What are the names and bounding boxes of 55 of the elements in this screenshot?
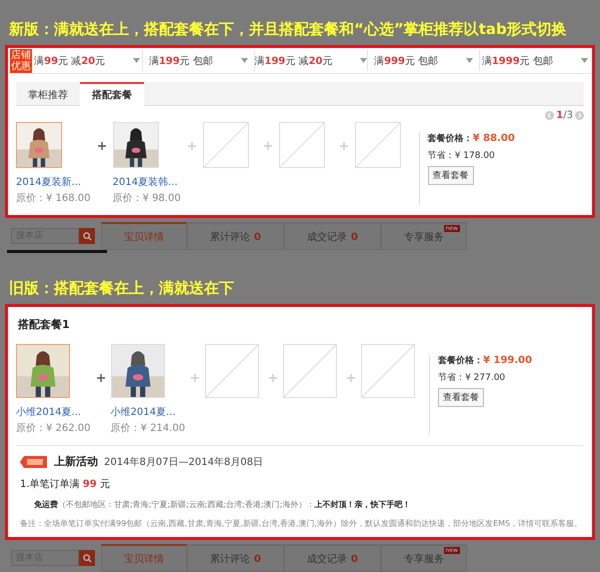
coupon-dropdown[interactable]: 满1999元 包邮 xyxy=(480,50,590,71)
bundle-price: 套餐价格：¥ 88.00 xyxy=(428,132,515,145)
empty-slot xyxy=(361,344,416,398)
coupon-dropdown[interactable]: 满99元 减20元 xyxy=(32,50,144,71)
savings: 节省：¥ 277.00 xyxy=(438,372,506,384)
tag-icon xyxy=(20,454,48,468)
original-price: 原价：¥ 262.00 xyxy=(16,422,91,435)
plus-icon xyxy=(340,142,348,150)
tab[interactable]: 搭配套餐 xyxy=(80,82,144,106)
shipping-note: 备注：全场单笔订单实付满99包邮（云南,西藏,甘肃,青海,宁夏,新疆,台湾,香港,澳门,海外）除外，默认发圆通和韵达快递，部分地区发EMS，详情可联系客服。 xyxy=(20,518,580,529)
empty-slot xyxy=(278,122,325,168)
caret-icon xyxy=(240,58,248,63)
caret-icon xyxy=(133,58,140,63)
view-bundle-button[interactable]: 查看套餐 xyxy=(428,166,474,185)
original-price: 原价：¥ 168.00 xyxy=(16,192,91,205)
plus-icon xyxy=(269,374,278,382)
coupon-dropdown[interactable]: 满199元 减20元 xyxy=(254,50,368,71)
shipping-detail: 免运费（不包邮地区：甘肃;青海;宁夏;新疆;云南;西藏;台湾;香港;澳门;海外）：上不封顶！亲，快下手吧！ xyxy=(33,499,412,510)
original-price: 原价：¥ 214.00 xyxy=(110,422,186,435)
caret-icon xyxy=(466,58,474,63)
plus-icon xyxy=(96,374,105,382)
empty-slot xyxy=(283,344,338,398)
product-link[interactable]: 2014夏装新... xyxy=(16,176,81,189)
promo-title: 上新活动 xyxy=(54,454,98,469)
caret-icon xyxy=(360,58,368,63)
search-button[interactable] xyxy=(79,228,95,244)
plus-icon xyxy=(347,374,356,382)
empty-slot xyxy=(202,122,249,168)
empty-slot xyxy=(205,344,260,398)
search-button[interactable] xyxy=(79,550,95,566)
search-icon xyxy=(82,232,92,240)
original-price: 原价：¥ 98.00 xyxy=(112,192,181,205)
coupon-dropdown[interactable]: 满999元 包邮 xyxy=(368,50,480,71)
bundle-price: 套餐价格：¥ 199.00 xyxy=(438,354,532,367)
shop-offer-badge: 店铺优惠 xyxy=(10,48,32,72)
section-caption: 新版：满就送在上，搭配套餐在下，并且搭配套餐和“心选”掌柜推荐以tab形式切换 xyxy=(8,19,568,40)
plus-icon xyxy=(264,142,272,150)
search-icon xyxy=(82,554,92,562)
product-link[interactable]: 小维2014夏... xyxy=(16,406,81,419)
product-link[interactable]: 2014夏装韩... xyxy=(112,176,178,189)
promo-dates: 2014年8月07日—2014年8月08日 xyxy=(104,456,264,468)
promo-rule: 1.单笔订单满 99 元 xyxy=(20,478,111,491)
empty-slot xyxy=(354,122,401,168)
bundle-title: 搭配套餐1 xyxy=(16,317,71,332)
plus-icon xyxy=(191,374,200,382)
view-bundle-button[interactable]: 查看套餐 xyxy=(438,388,484,407)
coupon-dropdown[interactable]: 满199元 包邮 xyxy=(143,50,254,71)
caret-icon xyxy=(580,58,588,63)
plus-icon xyxy=(98,142,106,150)
section-caption: 旧版：搭配套餐在上，满就送在下 xyxy=(8,278,235,299)
tab[interactable]: 掌柜推荐 xyxy=(16,82,80,106)
product-link[interactable]: 小维2014夏... xyxy=(110,406,176,419)
page-indicator: 1/3 xyxy=(556,110,573,121)
plus-icon xyxy=(188,142,196,150)
savings: 节省：¥ 178.00 xyxy=(428,150,496,162)
